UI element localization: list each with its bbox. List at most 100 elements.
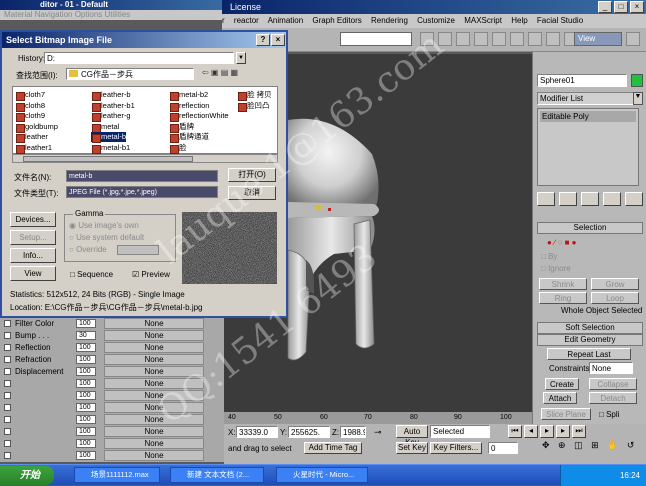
menu-help[interactable]: Help xyxy=(511,16,527,25)
render-setup-icon[interactable] xyxy=(528,32,542,46)
loop-button[interactable]: Loop xyxy=(591,292,639,304)
object-color-swatch[interactable] xyxy=(631,74,643,87)
maximize-button[interactable]: □ xyxy=(614,1,628,13)
file-item[interactable]: 盾牌通道 xyxy=(169,132,209,144)
quick-render-teapot-icon[interactable] xyxy=(626,32,640,46)
map-row[interactable]: 100 None xyxy=(4,402,214,413)
constraints-select[interactable]: None xyxy=(589,362,633,374)
material-editor-icon[interactable] xyxy=(510,32,524,46)
open-button[interactable]: 打开(O) xyxy=(228,168,276,182)
gamma-override-radio[interactable]: ○ Override xyxy=(69,245,107,254)
z-coordinate[interactable]: 1988.9 xyxy=(340,426,366,438)
map-row[interactable]: 100 None xyxy=(4,450,214,461)
key-icon[interactable]: ⊸ xyxy=(374,427,390,437)
add-time-tag-button[interactable]: Add Time Tag xyxy=(304,442,362,454)
show-end-result-icon[interactable] xyxy=(559,192,577,206)
file-item[interactable]: 盾牌 xyxy=(169,122,194,133)
setup-button[interactable]: Setup... xyxy=(10,230,56,245)
align-icon[interactable] xyxy=(438,32,452,46)
viewport-nav-icons[interactable]: ✥ ⊕ ◫ ⊞ ✋ ↺ xyxy=(542,440,642,454)
frame-field[interactable]: 0 xyxy=(488,442,518,454)
gamma-own-radio[interactable]: ◉ Use image's own xyxy=(69,221,139,230)
map-row-refraction[interactable]: Refraction 100 None xyxy=(4,354,214,365)
pin-stack-icon[interactable] xyxy=(537,192,555,206)
filetype-select[interactable]: JPEG File (*.jpg,*.jpe,*.jpeg) xyxy=(66,186,218,198)
shrink-button[interactable]: Shrink xyxy=(539,278,587,290)
cancel-button[interactable]: 取消 xyxy=(228,186,276,200)
file-item[interactable]: 脸 拷贝 xyxy=(237,90,272,101)
file-item[interactable]: leather-b1 xyxy=(91,101,135,112)
gamma-override-spinner[interactable] xyxy=(117,245,159,255)
map-row-reflection[interactable]: Reflection 100 None xyxy=(4,342,214,353)
gamma-default-radio[interactable]: ○ Use system default xyxy=(69,233,144,242)
file-item[interactable]: metal-b xyxy=(91,132,127,144)
go-to-end-icon[interactable]: ⏭ xyxy=(572,425,586,438)
close-button[interactable]: × xyxy=(630,1,644,13)
configure-sets-icon[interactable] xyxy=(625,192,643,206)
menu-reactor[interactable]: reactor xyxy=(234,16,259,25)
repeat-last-button[interactable]: Repeat Last xyxy=(547,348,631,360)
object-name-field[interactable]: Sphere01 xyxy=(537,74,627,87)
go-to-start-icon[interactable]: ⏮ xyxy=(508,425,522,438)
menu-facial-studio[interactable]: Facial Studio xyxy=(537,16,583,25)
play-icon[interactable]: ▸ xyxy=(540,425,554,438)
schematic-icon[interactable] xyxy=(492,32,506,46)
menu-graph-editors[interactable]: Graph Editors xyxy=(312,16,361,25)
menu-maxscript[interactable]: MAXScript xyxy=(464,16,502,25)
info-button[interactable]: Info... xyxy=(10,248,56,263)
file-list-scrollbar[interactable] xyxy=(12,154,278,163)
taskbar-item-notepad[interactable]: 新建 文本文档 (2... xyxy=(170,467,264,483)
ignore-backfacing-checkbox[interactable]: □ Ignore xyxy=(541,264,571,273)
file-item[interactable]: 脸 xyxy=(169,143,187,154)
set-key-button[interactable]: Set Key xyxy=(396,442,428,454)
prev-frame-icon[interactable]: ◂ xyxy=(524,425,538,438)
selected-combo[interactable]: Selected xyxy=(430,425,490,438)
next-frame-icon[interactable]: ▸ xyxy=(556,425,570,438)
subobject-level-icons[interactable]: ● ∕ ◌ ■ ● xyxy=(547,238,637,248)
map-row[interactable]: 100 None xyxy=(4,438,214,449)
map-row[interactable]: 100 None xyxy=(4,414,214,425)
view-button[interactable]: View xyxy=(10,266,56,281)
history-select[interactable]: D: xyxy=(44,52,234,64)
sequence-checkbox[interactable]: □ Sequence xyxy=(70,270,113,279)
auto-key-button[interactable]: Auto Key xyxy=(396,425,428,447)
material-editor-menubar[interactable]: Material Navigation Options Utilities xyxy=(0,10,230,20)
mirror-icon[interactable] xyxy=(420,32,434,46)
attach-button[interactable]: Attach xyxy=(543,392,577,404)
map-row[interactable]: 100 None xyxy=(4,378,214,389)
selection-rollout[interactable]: Selection xyxy=(537,222,643,234)
y-coordinate[interactable]: 255625. xyxy=(288,426,330,438)
preview-checkbox[interactable]: ☑ Preview xyxy=(132,270,170,279)
devices-button[interactable]: Devices... xyxy=(10,212,56,227)
dialog-close-button[interactable]: × xyxy=(271,34,285,46)
file-list[interactable]: cloth7 cloth8 cloth9 goldbump leather leather… xyxy=(12,86,278,154)
grow-button[interactable]: Grow xyxy=(591,278,639,290)
chevron-down-icon[interactable]: ▼ xyxy=(633,92,643,105)
map-row-filter-color[interactable]: Filter Color 100 None xyxy=(4,318,214,329)
file-item[interactable]: leather-g xyxy=(91,111,131,123)
start-button[interactable]: 开始 xyxy=(0,466,54,485)
map-row[interactable]: 100 None xyxy=(4,390,214,401)
menu-item[interactable]: r xyxy=(222,16,225,25)
split-checkbox[interactable]: □ Spli xyxy=(599,410,619,419)
map-row-displacement[interactable]: Displacement 100 None xyxy=(4,366,214,377)
x-coordinate[interactable]: 33339.0 xyxy=(236,426,278,438)
file-item[interactable]: reflection xyxy=(169,101,209,112)
file-item[interactable]: metal xyxy=(91,122,119,133)
slice-plane-button[interactable]: Slice Plane xyxy=(541,408,591,420)
make-unique-icon[interactable] xyxy=(581,192,599,206)
edit-geometry-rollout[interactable]: Edit Geometry xyxy=(537,334,643,346)
by-vertex-checkbox[interactable]: □ By xyxy=(541,252,557,261)
modifier-list-combo[interactable]: Modifier List xyxy=(537,92,635,105)
taskbar-item-max[interactable]: 场景1111112.max xyxy=(74,467,160,483)
time-slider-ruler[interactable]: 40 50 60 70 80 90 100 xyxy=(224,412,532,424)
lookin-select[interactable]: CG作品－步兵 xyxy=(66,68,194,80)
file-item[interactable]: cloth8 xyxy=(15,101,45,112)
create-button[interactable]: Create xyxy=(545,378,579,390)
ring-button[interactable]: Ring xyxy=(539,292,587,304)
curve-editor-icon[interactable] xyxy=(474,32,488,46)
file-item[interactable]: metal-b1 xyxy=(91,143,130,154)
layer-icon[interactable] xyxy=(456,32,470,46)
render-type-combo[interactable]: View xyxy=(574,32,622,46)
collapse-button[interactable]: Collapse xyxy=(589,378,637,390)
